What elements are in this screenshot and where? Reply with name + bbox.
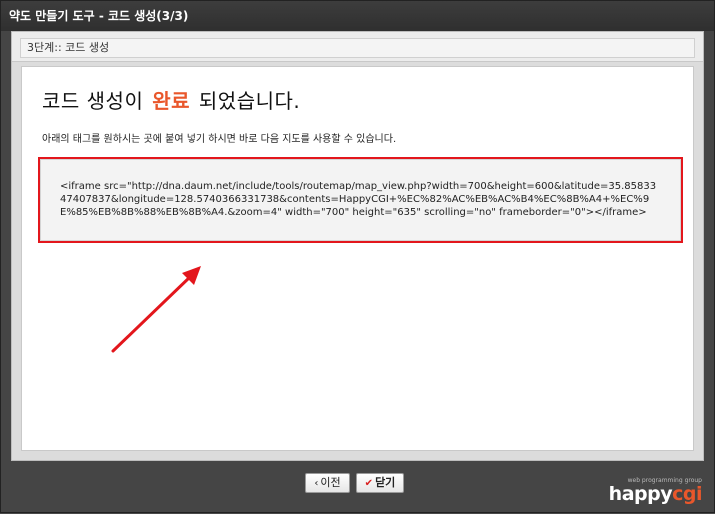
brand-name-part2: cgi bbox=[672, 483, 702, 505]
annotation-arrow bbox=[111, 266, 201, 353]
brand-name-part1: happy bbox=[608, 483, 673, 505]
check-icon: ✔ bbox=[364, 478, 374, 489]
close-button[interactable]: ✔ 닫기 bbox=[356, 473, 404, 493]
dialog-window: 약도 만들기 도구 - 코드 생성(3/3) 3단계:: 코드 생성 코드 생성… bbox=[0, 0, 715, 513]
button-bar: ‹ 이전 ✔ 닫기 web programming group happycgi bbox=[1, 461, 714, 514]
chevron-left-icon: ‹ bbox=[314, 478, 319, 489]
close-button-label: 닫기 bbox=[375, 476, 396, 489]
prev-button-label: 이전 bbox=[320, 476, 341, 489]
brand-logo: web programming group happycgi bbox=[602, 477, 703, 509]
arrow-shaft bbox=[111, 274, 193, 353]
brand-name: happycgi bbox=[608, 483, 703, 505]
prev-button[interactable]: ‹ 이전 bbox=[305, 473, 350, 493]
